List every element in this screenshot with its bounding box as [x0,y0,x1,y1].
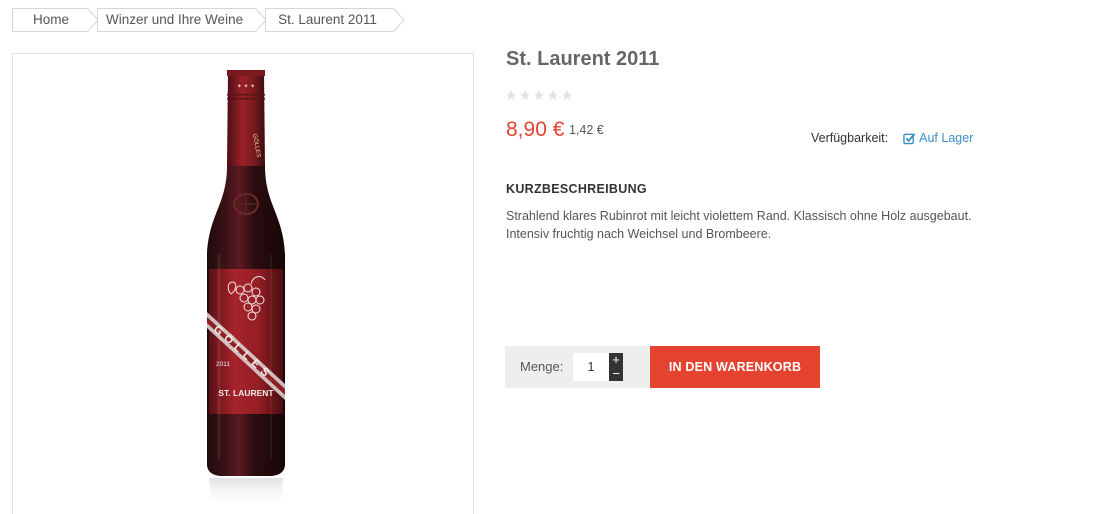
add-to-cart-button[interactable]: IN DEN WARENKORB [650,346,820,388]
star-icon [506,90,516,100]
availability: Verfügbarkeit: Auf Lager [811,131,973,145]
breadcrumb: Home Winzer und Ihre Weine St. Laurent 2… [12,8,405,32]
product-title: St. Laurent 2011 [506,48,660,70]
breadcrumb-item-current[interactable]: St. Laurent 2011 [265,8,405,32]
breadcrumb-item-winzer[interactable]: Winzer und Ihre Weine [97,8,267,32]
breadcrumb-label: St. Laurent 2011 [278,12,377,27]
bottle-variety-text: ST. LAURENT [218,388,274,398]
star-icon [548,90,558,100]
star-icon [534,90,544,100]
checkbox-check-icon [903,132,916,144]
quantity-label: Menge: [520,359,564,374]
wine-bottle-image: ✦ ✦ ✦ GÖLLES GÖLLES 2011 ST. LAURENT [207,70,285,509]
base-price: 1,42 € [569,123,604,137]
product-page: Home Winzer und Ihre Weine St. Laurent 2… [0,0,1102,514]
breadcrumb-item-home[interactable]: Home [12,8,99,32]
short-description-text: Strahlend klares Rubinrot mit leicht vio… [506,209,972,241]
product-price: 8,90 € [506,118,565,141]
star-icon [520,90,530,100]
breadcrumb-label: Winzer und Ihre Weine [106,12,244,27]
breadcrumb-separator-icon [392,8,405,32]
availability-status: Auf Lager [903,131,973,145]
quantity-increase-button[interactable]: + [609,353,623,367]
svg-text:✦ ✦ ✦: ✦ ✦ ✦ [237,83,255,90]
star-icon [562,90,572,100]
availability-status-text: Auf Lager [919,131,974,145]
product-image[interactable]: ✦ ✦ ✦ GÖLLES GÖLLES 2011 ST. LAURENT [12,53,474,514]
rating-stars[interactable] [505,89,573,101]
quantity-stepper: Menge: + − [505,346,650,388]
quantity-decrease-button[interactable]: − [609,367,623,381]
quantity-input[interactable] [573,353,609,381]
breadcrumb-label: Home [33,12,70,27]
short-description-heading: KURZBESCHREIBUNG [506,182,647,196]
availability-label: Verfügbarkeit: [811,131,889,145]
